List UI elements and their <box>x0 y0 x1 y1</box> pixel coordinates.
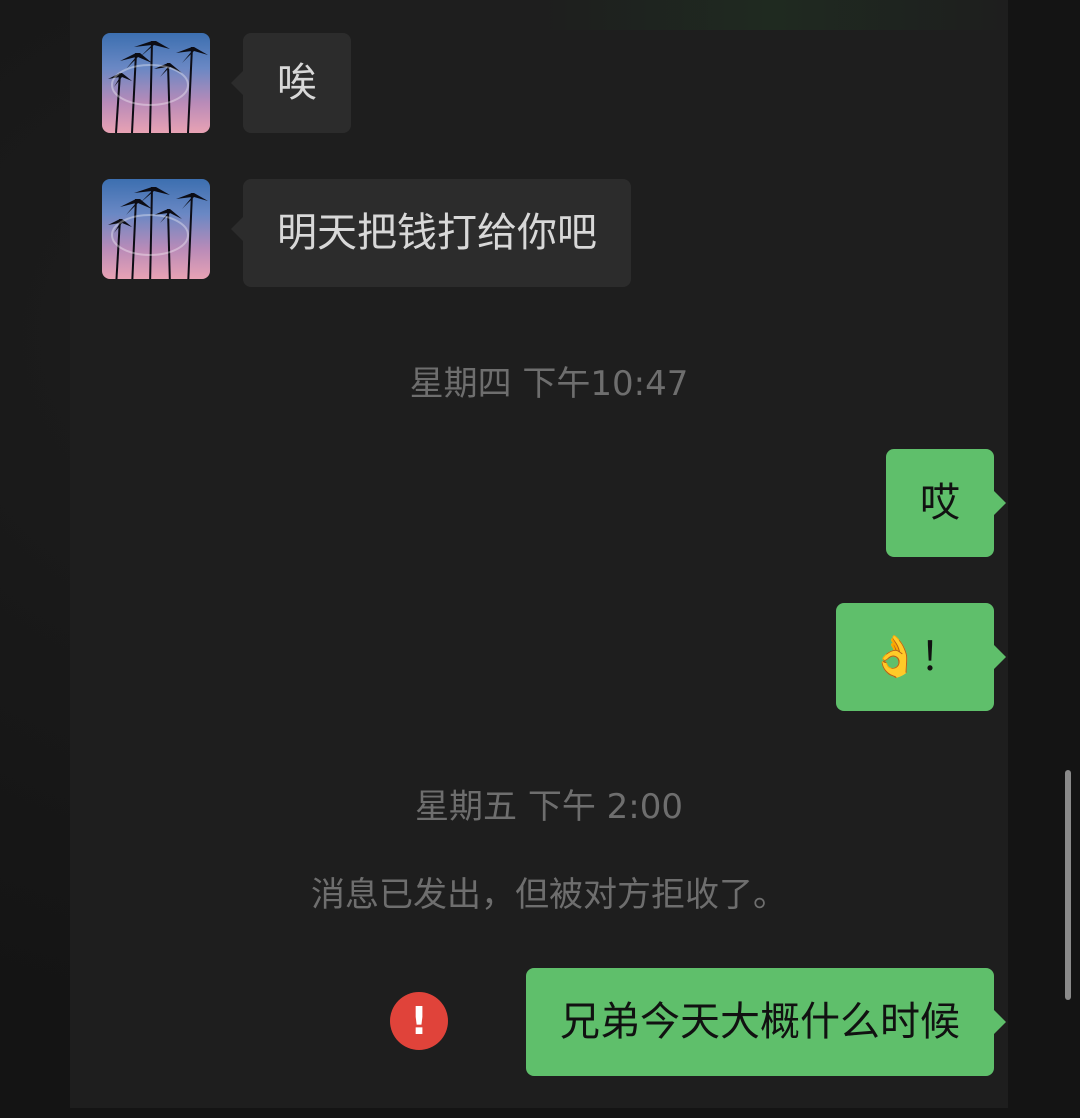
contact-avatar[interactable] <box>102 33 210 133</box>
rejected-message-notice: 消息已发出，但被对方拒收了。 <box>311 875 787 915</box>
incoming-message-bubble[interactable]: 明天把钱打给你吧 <box>231 179 631 287</box>
chat-top-strip <box>70 0 1008 30</box>
contact-avatar[interactable] <box>102 179 210 279</box>
outgoing-message-bubble[interactable]: 哎 <box>886 449 1006 557</box>
palm-trees-avatar-icon <box>108 186 208 279</box>
exclamation-circle-icon[interactable]: ! <box>390 992 448 1050</box>
scrollbar[interactable] <box>1065 770 1071 1000</box>
palm-trees-avatar-icon <box>108 40 208 133</box>
incoming-message-bubble[interactable]: 唉 <box>231 33 351 133</box>
message-timestamp: 星期四 下午10:47 <box>409 364 689 404</box>
outgoing-message-bubble[interactable]: 👌！ <box>836 603 1006 711</box>
chat-screen: 唉 明天把钱打给你吧 星期四 下午10:47 哎 👌！ 星期五 下午 2:00 … <box>0 0 1080 1118</box>
outgoing-message-bubble[interactable]: 兄弟今天大概什么时候 <box>526 968 1006 1076</box>
chat-message-list[interactable]: 唉 明天把钱打给你吧 星期四 下午10:47 哎 👌！ 星期五 下午 2:00 … <box>70 0 1008 1108</box>
message-timestamp: 星期五 下午 2:00 <box>415 787 683 827</box>
